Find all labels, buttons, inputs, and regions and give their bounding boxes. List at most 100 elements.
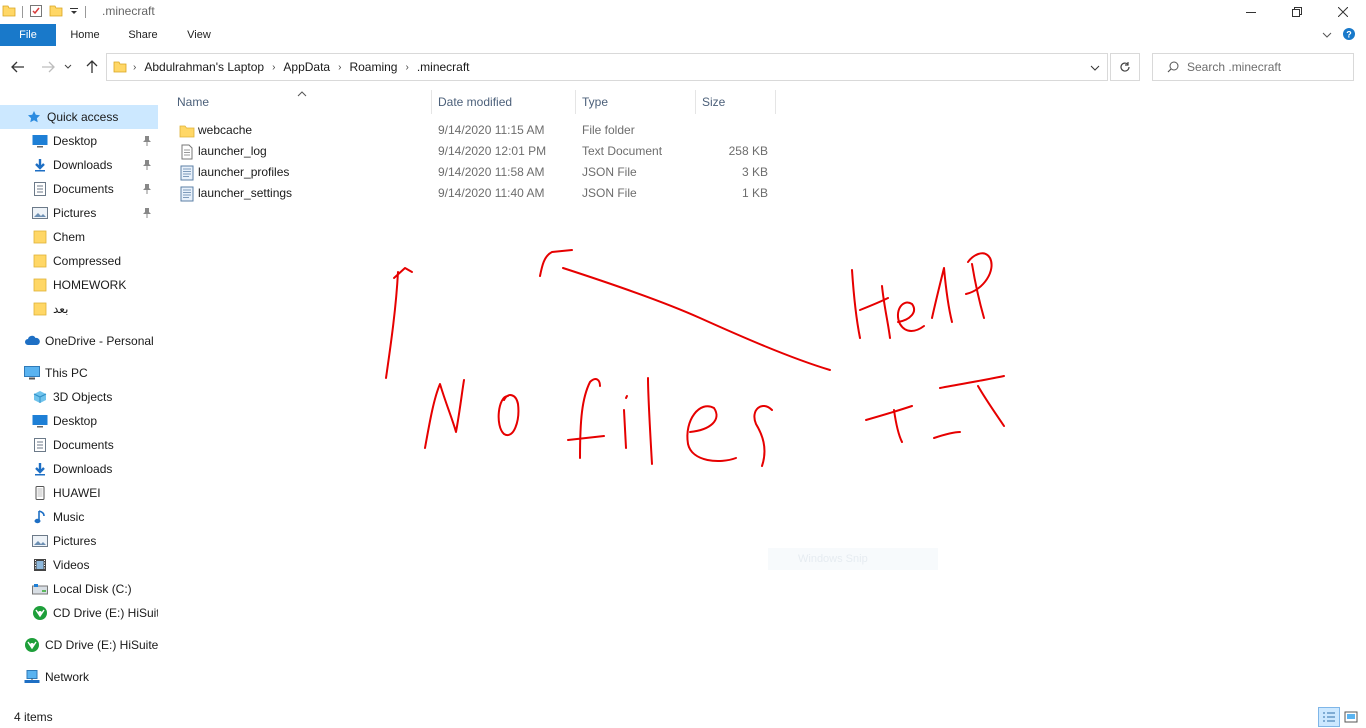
breadcrumb-separator[interactable]: › [336,62,343,73]
toolbar-divider [22,6,23,18]
column-header-size[interactable]: Size [702,90,774,114]
folder-icon[interactable] [2,4,16,21]
column-divider[interactable] [775,90,776,114]
sidebar-item-chem[interactable]: Chem [0,225,158,249]
breadcrumb-item[interactable]: Roaming [343,60,403,74]
cloud-icon [24,333,40,349]
sidebar-item-desktop[interactable]: Desktop [0,129,158,153]
minimize-button[interactable] [1228,0,1274,24]
breadcrumb-item[interactable]: .minecraft [411,60,476,74]
breadcrumb-separator[interactable]: › [270,62,277,73]
close-button[interactable] [1320,0,1366,24]
sidebar-item-onedrive[interactable]: OneDrive - Personal [0,329,158,353]
sidebar-item-label: HOMEWORK [53,278,127,292]
sidebar-item-cd-drive[interactable]: CD Drive (E:) HiSuite [0,601,158,625]
sidebar-item-label: Network [45,670,90,684]
sidebar-item-homework[interactable]: HOMEWORK [0,273,158,297]
address-history-button[interactable] [1085,58,1105,78]
sidebar-item-pc-downloads[interactable]: Downloads [0,457,158,481]
breadcrumb-item[interactable]: AppData [277,60,336,74]
sidebar-item-downloads[interactable]: Downloads [0,153,158,177]
new-folder-icon[interactable] [49,4,63,21]
window-title: .minecraft [102,4,155,18]
refresh-button[interactable] [1110,53,1140,81]
pin-icon[interactable] [142,159,152,171]
breadcrumb-separator[interactable]: › [131,62,138,73]
cd-drive-icon [24,637,40,653]
tab-file[interactable]: File [0,24,56,46]
file-size [708,120,768,141]
back-button[interactable] [8,57,28,77]
sidebar-item-pictures[interactable]: Pictures [0,201,158,225]
column-divider[interactable] [695,90,696,114]
file-date: 9/14/2020 11:58 AM [438,165,545,179]
tab-share[interactable]: Share [118,24,168,46]
large-icons-view-button[interactable] [1340,707,1362,727]
navigation-pane[interactable]: Quick access Desktop Downloads Documents… [0,100,158,704]
file-name: launcher_log [198,144,267,158]
navigation-bar: › Abdulrahman's Laptop › AppData › Roami… [0,50,1366,84]
file-size: 3 KB [741,165,768,179]
customize-toolbar-icon[interactable] [69,5,79,19]
sidebar-item-label: Videos [53,558,90,572]
sidebar-item-local-disk[interactable]: Local Disk (C:) [0,577,158,601]
sidebar-item-label: Desktop [53,414,98,428]
sidebar-item-pc-documents[interactable]: Documents [0,433,158,457]
sidebar-item-pc-pictures[interactable]: Pictures [0,529,158,553]
sidebar-item-music[interactable]: Music [0,505,158,529]
folder-icon [113,60,127,74]
search-box[interactable] [1152,53,1354,81]
sidebar-item-pc-desktop[interactable]: Desktop [0,409,158,433]
search-icon [1167,61,1179,73]
recent-locations-button[interactable] [62,57,74,77]
forward-button[interactable] [38,57,58,77]
sidebar-item-huawei[interactable]: HUAWEI [0,481,158,505]
breadcrumb-separator[interactable]: › [403,62,410,73]
search-input[interactable] [1187,60,1347,74]
tab-home[interactable]: Home [60,24,110,46]
help-icon[interactable]: ? [1342,27,1356,44]
file-list[interactable]: Name Date modified Type Size webcache 9/… [160,86,1366,704]
restore-button[interactable] [1274,0,1320,24]
sidebar-item-network[interactable]: Network [0,665,158,689]
phone-icon [32,485,48,501]
column-divider[interactable] [575,90,576,114]
properties-icon[interactable] [29,4,43,21]
breadcrumb: › Abdulrahman's Laptop › AppData › Roami… [107,54,476,80]
file-row-launcher-settings[interactable]: launcher_settings 9/14/2020 11:40 AM JSO… [174,183,774,204]
folder-icon [32,277,48,293]
sidebar-item-videos[interactable]: Videos [0,553,158,577]
sidebar-item-quick-access[interactable]: Quick access [0,105,158,129]
pin-icon[interactable] [142,207,152,219]
file-row-launcher-log[interactable]: launcher_log 9/14/2020 12:01 PM Text Doc… [174,141,774,162]
tab-view[interactable]: View [176,24,222,46]
address-bar[interactable]: › Abdulrahman's Laptop › AppData › Roami… [106,53,1108,81]
sidebar-item-arabic-folder[interactable]: بعد [0,297,158,321]
expand-ribbon-icon[interactable] [1322,28,1332,42]
sidebar-item-this-pc[interactable]: This PC [0,361,158,385]
sidebar-item-cd-drive-root[interactable]: CD Drive (E:) HiSuite [0,633,158,657]
json-file-icon [179,186,195,202]
column-divider[interactable] [431,90,432,114]
sidebar-item-label: This PC [45,366,88,380]
sidebar-item-label: بعد [53,302,69,316]
folder-icon [179,123,195,139]
file-row-webcache[interactable]: webcache 9/14/2020 11:15 AM File folder [174,120,774,141]
sidebar-item-compressed[interactable]: Compressed [0,249,158,273]
document-icon [32,181,48,197]
status-bar: 4 items [0,704,1366,728]
sidebar-item-3d-objects[interactable]: 3D Objects [0,385,158,409]
details-view-button[interactable] [1318,707,1340,727]
file-type: Text Document [582,144,663,158]
sidebar-item-documents[interactable]: Documents [0,177,158,201]
download-icon [32,461,48,477]
column-header-type[interactable]: Type [582,90,694,114]
pin-icon[interactable] [142,135,152,147]
star-icon [26,109,42,125]
column-header-date[interactable]: Date modified [438,90,574,114]
file-row-launcher-profiles[interactable]: launcher_profiles 9/14/2020 11:58 AM JSO… [174,162,774,183]
up-button[interactable] [82,57,102,77]
breadcrumb-item[interactable]: Abdulrahman's Laptop [138,60,270,74]
column-header-name[interactable]: Name [177,90,427,114]
pin-icon[interactable] [142,183,152,195]
